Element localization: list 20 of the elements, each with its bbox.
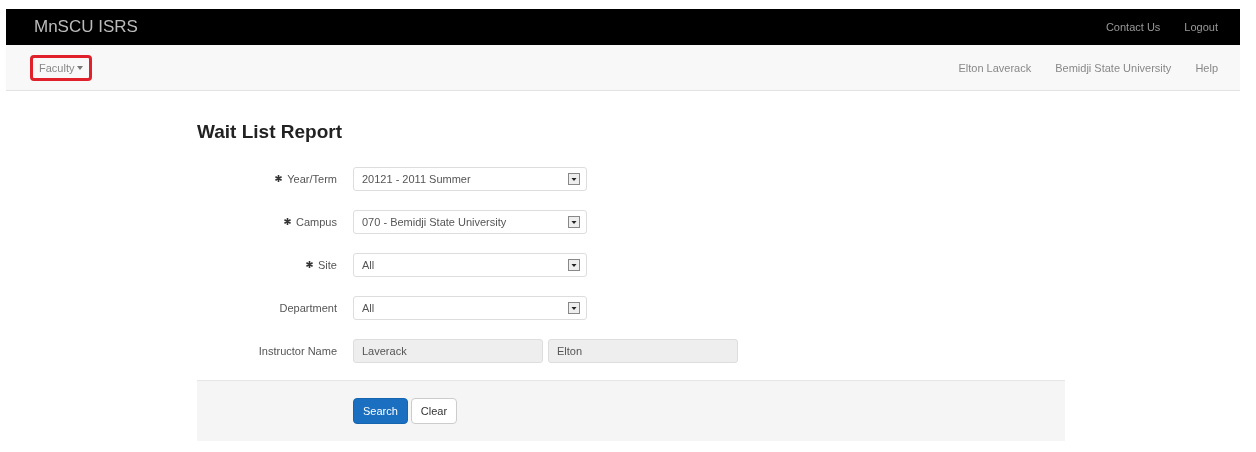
field-label: Site [318, 258, 337, 271]
brand-title: MnSCU ISRS [34, 17, 139, 37]
nav-link[interactable]: Elton Laverack [958, 61, 1032, 74]
input-field[interactable]: Laverack [353, 338, 543, 363]
select-field[interactable]: All [353, 252, 587, 277]
select-field[interactable]: 070 - Bemidji State University [353, 209, 587, 234]
select-field[interactable]: All [353, 295, 587, 320]
field-label: Department [279, 301, 337, 314]
nav-link[interactable]: Contact Us [1105, 21, 1161, 33]
field-label: Instructor Name [258, 344, 337, 357]
caret-icon [77, 65, 84, 70]
field-label: Year/Term [287, 172, 337, 185]
nav-link[interactable]: Bemidji State University [1055, 61, 1172, 74]
page-title: Wait List Report [197, 121, 343, 143]
field-label: Campus [296, 215, 337, 228]
nav-link[interactable]: Logout [1184, 21, 1218, 33]
input-field[interactable]: Elton [548, 338, 738, 363]
clear-button[interactable]: Clear [410, 398, 458, 424]
select-field[interactable]: 20121 - 2011 Summer [353, 166, 587, 191]
search-button[interactable]: Search [353, 398, 408, 424]
